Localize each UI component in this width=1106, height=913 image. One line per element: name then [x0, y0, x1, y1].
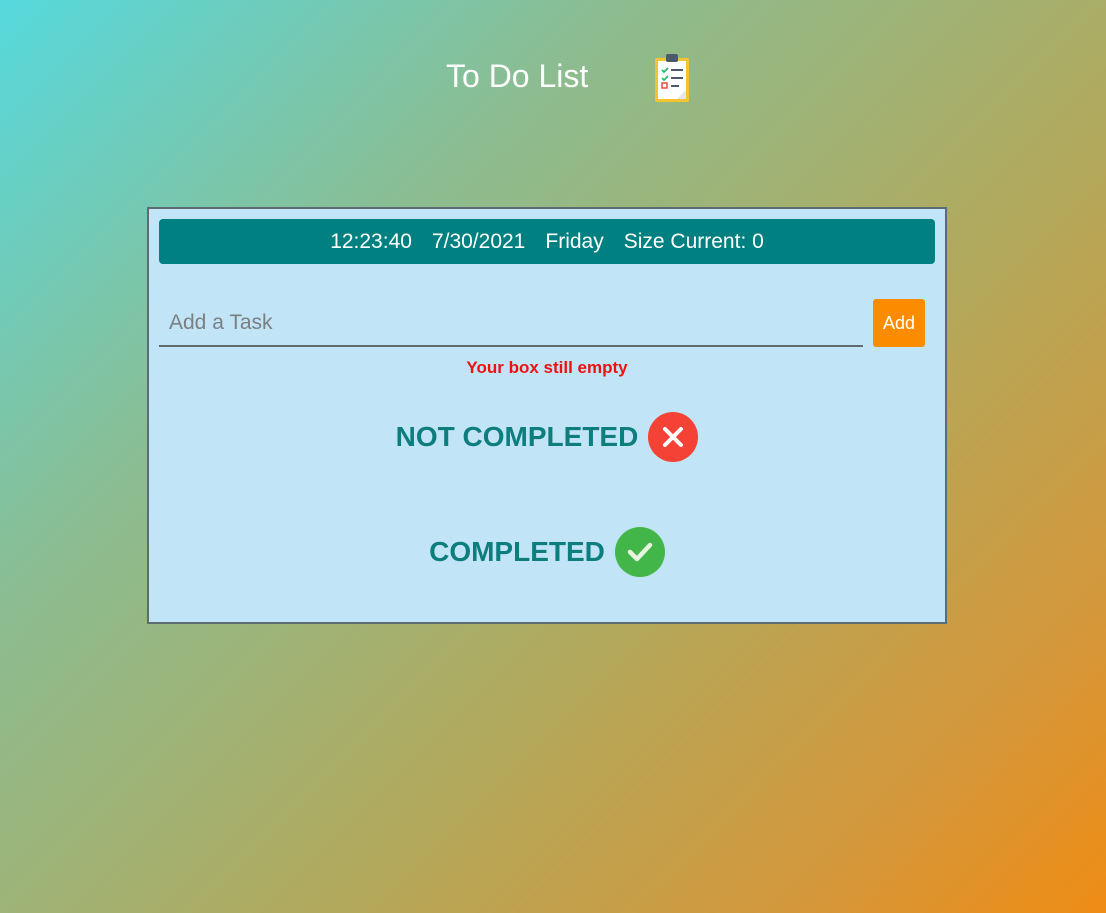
add-button[interactable]: Add	[873, 299, 925, 347]
status-bar: 12:23:40 7/30/2021 Friday Size Current: …	[159, 219, 935, 264]
not-completed-label: NOT COMPLETED	[395, 421, 639, 452]
status-time: 12:23:40	[330, 229, 412, 253]
app-title: To Do List	[446, 58, 589, 94]
completed-heading: COMPLETED	[149, 527, 945, 577]
x-circle-icon	[648, 412, 699, 462]
app-header: To Do List	[0, 48, 1106, 108]
completed-label: COMPLETED	[429, 536, 605, 567]
status-day: Friday	[545, 229, 604, 253]
status-size: Size Current: 0	[623, 229, 764, 253]
check-circle-icon	[614, 527, 665, 577]
status-date: 7/30/2021	[431, 229, 526, 253]
add-task-input[interactable]	[159, 301, 863, 347]
todo-panel: 12:23:40 7/30/2021 Friday Size Current: …	[147, 207, 947, 624]
not-completed-heading: NOT COMPLETED	[149, 412, 945, 462]
empty-input-warning: Your box still empty	[466, 358, 628, 377]
clipboard-checklist-icon	[653, 52, 693, 104]
